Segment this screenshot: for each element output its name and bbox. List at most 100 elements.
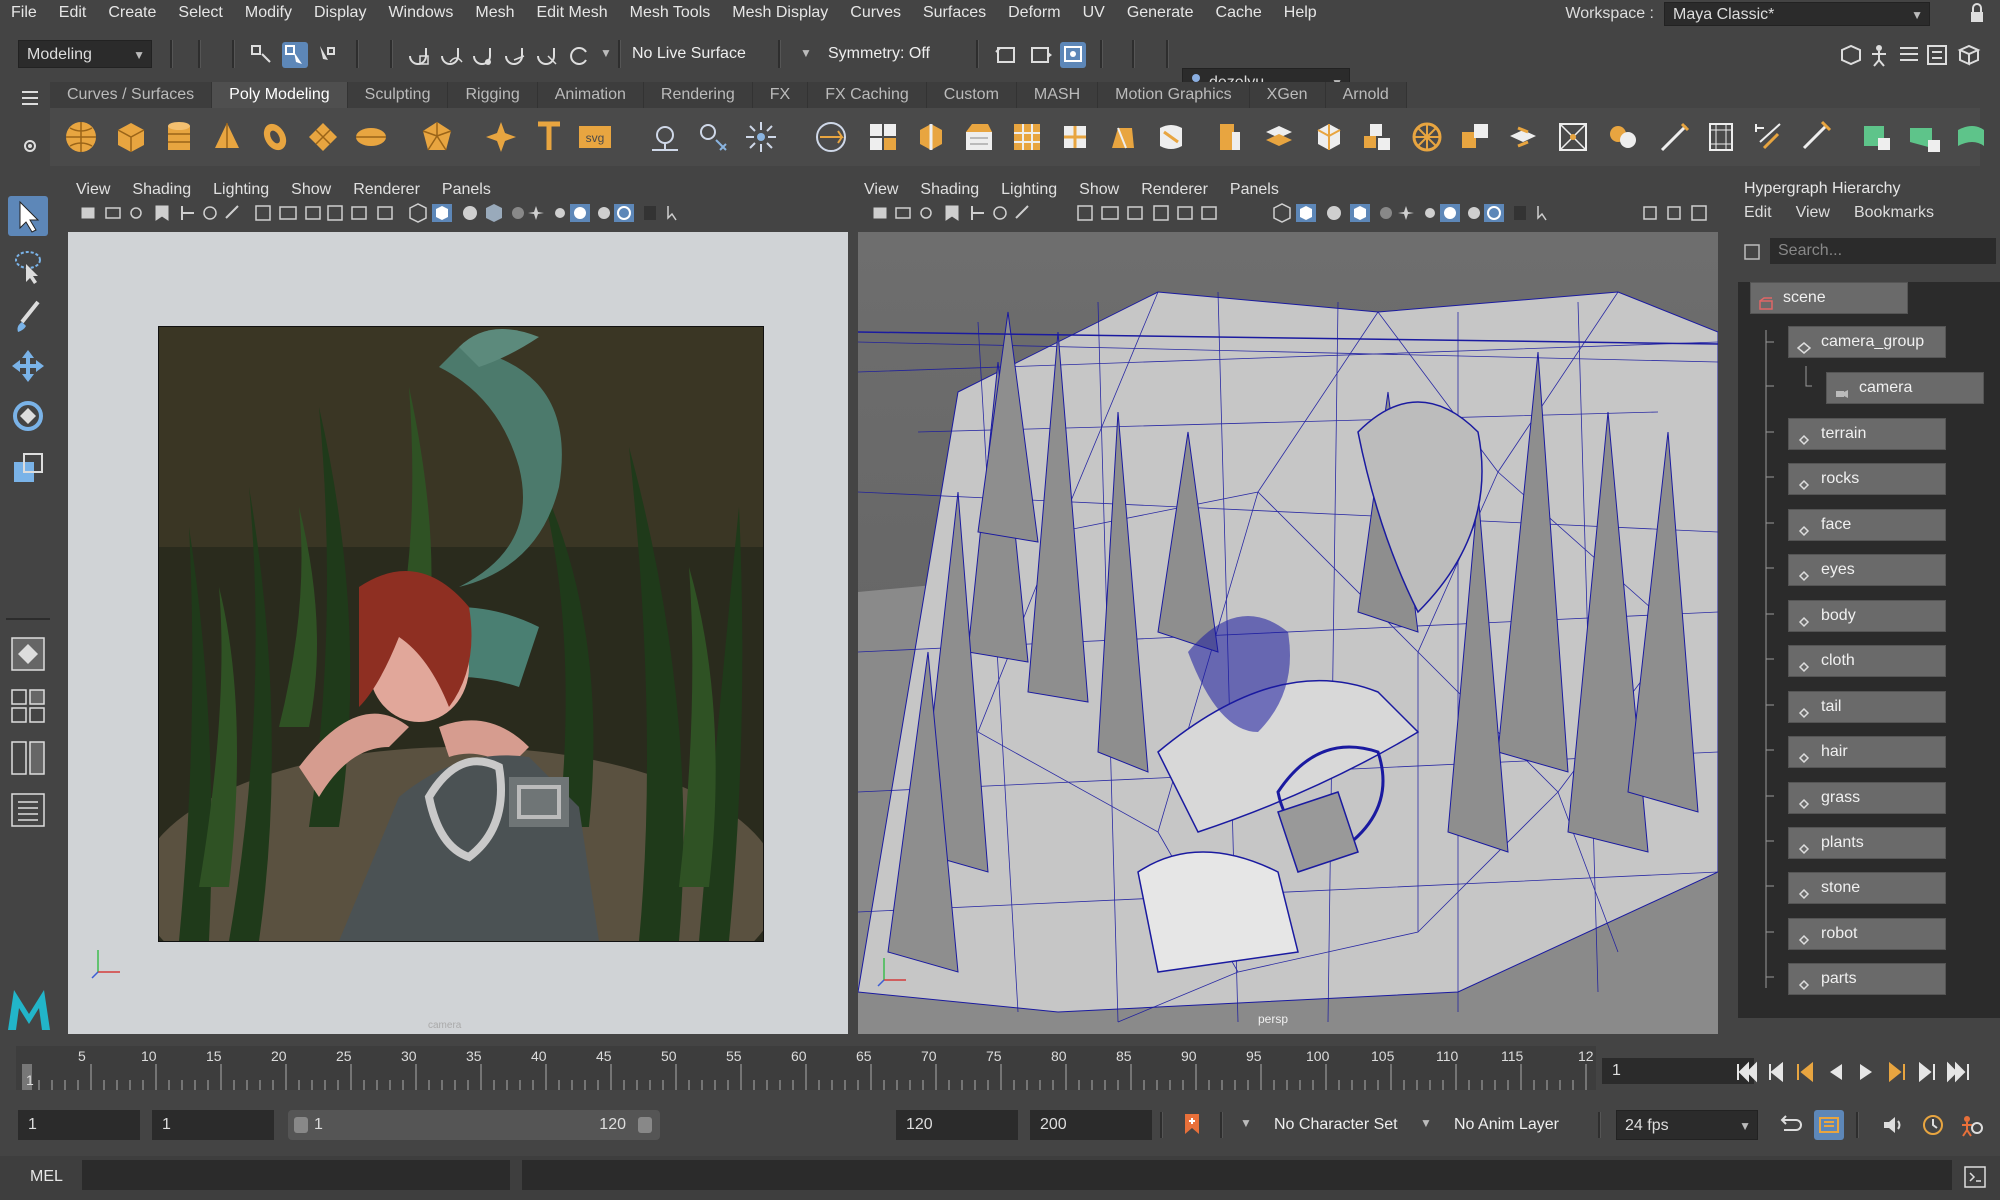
node-parts[interactable]: parts [1788, 963, 1946, 995]
poly-cube-icon[interactable] [112, 118, 150, 156]
node-face[interactable]: face [1788, 509, 1946, 541]
menu-display[interactable]: Display [303, 0, 377, 26]
sew-uv-icon[interactable] [1858, 118, 1896, 156]
menu-modify[interactable]: Modify [234, 0, 303, 26]
tab-xgen[interactable]: XGen [1249, 82, 1326, 108]
render-settings-icon[interactable] [1060, 42, 1086, 68]
tab-poly-modeling[interactable]: Poly Modeling [212, 82, 348, 108]
type-text-icon[interactable] [530, 118, 568, 156]
paint-select-tool-icon[interactable] [8, 296, 48, 336]
left-menu-shading[interactable]: Shading [132, 181, 191, 199]
hypergraph-search-input[interactable]: Search... [1770, 238, 1996, 264]
node-body[interactable]: body [1788, 600, 1946, 632]
range-slider[interactable]: 1 120 [288, 1110, 660, 1140]
menu-uv[interactable]: UV [1072, 0, 1116, 26]
node-tail[interactable]: tail [1788, 691, 1946, 723]
tool-settings-icon[interactable] [1924, 42, 1950, 68]
weld-icon[interactable] [1408, 118, 1446, 156]
animation-preferences-icon[interactable] [1958, 1112, 1984, 1138]
tab-fx[interactable]: FX [752, 82, 809, 108]
ipr-render-icon[interactable] [1028, 42, 1054, 68]
tab-custom[interactable]: Custom [926, 82, 1017, 108]
chevron-down-icon[interactable]: ▼ [800, 46, 812, 60]
triangulate-icon[interactable] [1456, 118, 1494, 156]
lock-icon[interactable] [1966, 2, 1988, 24]
collapse-icon[interactable] [1358, 118, 1396, 156]
smooth-icon[interactable] [742, 118, 780, 156]
menu-mesh-tools[interactable]: Mesh Tools [619, 0, 722, 26]
planar-mapping-icon[interactable] [1656, 118, 1694, 156]
right-panel-toolbar-icons[interactable] [854, 202, 1720, 224]
auto-seams-icon[interactable] [1750, 118, 1788, 156]
tab-rigging[interactable]: Rigging [448, 82, 538, 108]
current-frame-field[interactable]: 1 [1602, 1058, 1754, 1084]
gear-icon[interactable] [18, 134, 42, 158]
poly-cylinder-icon[interactable] [160, 118, 198, 156]
chevron-down-icon[interactable]: ▼ [600, 46, 612, 60]
right-menu-view[interactable]: View [864, 181, 898, 199]
left-panel-toolbar-icons[interactable] [66, 202, 850, 224]
character-controls-icon[interactable] [1866, 42, 1892, 68]
snap-point-icon[interactable] [470, 42, 496, 68]
snap-view-plane-icon[interactable] [502, 42, 528, 68]
menu-edit[interactable]: Edit [48, 0, 98, 26]
cleanup-icon[interactable] [1604, 118, 1642, 156]
menu-mesh[interactable]: Mesh [464, 0, 525, 26]
mirror-icon[interactable] [1008, 118, 1046, 156]
right-menu-renderer[interactable]: Renderer [1141, 181, 1208, 199]
menu-generate[interactable]: Generate [1116, 0, 1205, 26]
sound-icon[interactable] [1880, 1112, 1906, 1138]
chevron-down-icon[interactable]: ▼ [1420, 1116, 1432, 1130]
append-to-polygon-icon[interactable] [1104, 118, 1142, 156]
menu-deform[interactable]: Deform [997, 0, 1071, 26]
merge-icon[interactable] [1310, 118, 1348, 156]
node-camera[interactable]: camera [1826, 372, 1984, 404]
node-eyes[interactable]: eyes [1788, 554, 1946, 586]
playback-start-field[interactable]: 1 [152, 1110, 274, 1140]
lasso-tool-icon[interactable] [8, 246, 48, 286]
platonic-solid-icon[interactable] [418, 118, 456, 156]
poly-disc-icon[interactable] [352, 118, 390, 156]
poly-torus-icon[interactable] [256, 118, 294, 156]
workspace-dropdown[interactable]: Maya Classic* ▼ [1664, 2, 1930, 26]
hypergraph-options-icon[interactable] [1742, 242, 1762, 262]
left-menu-renderer[interactable]: Renderer [353, 181, 420, 199]
move-tool-icon[interactable] [8, 346, 48, 386]
animation-end-field[interactable]: 200 [1030, 1110, 1152, 1140]
menu-edit-mesh[interactable]: Edit Mesh [525, 0, 618, 26]
range-slider-end-handle[interactable] [638, 1117, 652, 1133]
menu-cache[interactable]: Cache [1205, 0, 1273, 26]
chevron-down-icon[interactable]: ▼ [1240, 1116, 1252, 1130]
symmetry-label[interactable]: Symmetry: Off [828, 45, 930, 63]
scale-tool-icon[interactable] [8, 448, 48, 488]
tab-arnold[interactable]: Arnold [1325, 82, 1407, 108]
super-shape-icon[interactable] [482, 118, 520, 156]
menu-curves[interactable]: Curves [839, 0, 912, 26]
hg-menu-view[interactable]: View [1796, 204, 1830, 222]
poly-cone-icon[interactable] [208, 118, 246, 156]
right-menu-show[interactable]: Show [1079, 181, 1119, 199]
outliner-layout-icon[interactable] [8, 790, 48, 830]
tab-mash[interactable]: MASH [1016, 82, 1099, 108]
playback-speed-icon[interactable] [1920, 1112, 1946, 1138]
bridge-icon[interactable] [864, 118, 902, 156]
tab-rendering[interactable]: Rendering [643, 82, 753, 108]
loop-icon[interactable] [1776, 1112, 1804, 1138]
anim-layer-label[interactable]: No Anim Layer [1454, 1116, 1559, 1134]
left-menu-view[interactable]: View [76, 181, 110, 199]
menu-create[interactable]: Create [97, 0, 167, 26]
node-robot[interactable]: robot [1788, 918, 1946, 950]
node-cloth[interactable]: cloth [1788, 645, 1946, 677]
node-stone[interactable]: stone [1788, 872, 1946, 904]
render-current-frame-icon[interactable] [994, 42, 1020, 68]
node-terrain[interactable]: terrain [1788, 418, 1946, 450]
range-slider-start-handle[interactable] [294, 1117, 308, 1133]
bevel-icon[interactable] [912, 118, 950, 156]
tab-curves-surfaces[interactable]: Curves / Surfaces [50, 82, 213, 108]
left-viewport[interactable]: camera [68, 232, 848, 1034]
extrude-icon[interactable] [960, 118, 998, 156]
time-slider[interactable]: 1 5 10 15 20 25 30 35 40 45 50 55 60 65 … [16, 1046, 1596, 1090]
insert-edge-loop-icon[interactable] [1210, 118, 1248, 156]
reduce-icon[interactable] [1554, 118, 1592, 156]
node-camera-group[interactable]: camera_group [1788, 326, 1946, 358]
